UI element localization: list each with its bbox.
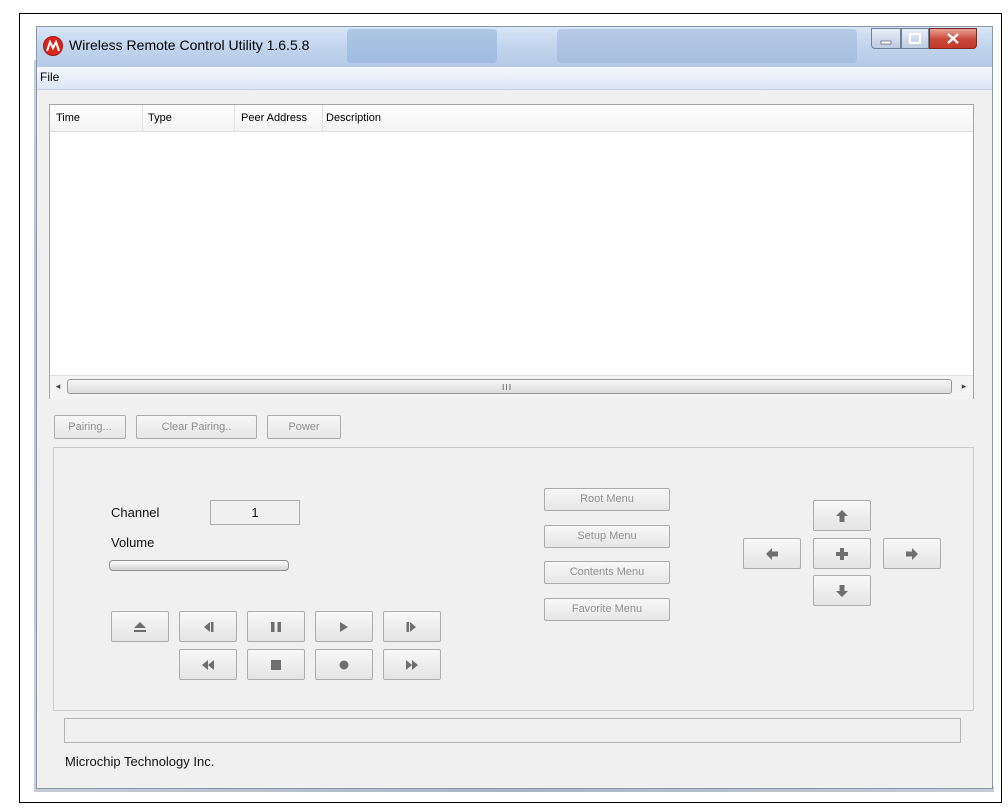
select-plus-icon [836, 547, 848, 560]
volume-label: Volume [111, 535, 155, 550]
title-bar-glass-reflection [347, 29, 497, 63]
eject-icon [134, 621, 146, 632]
microchip-logo-icon[interactable] [43, 36, 63, 56]
stop-button[interactable] [247, 649, 305, 680]
nav-select-button[interactable] [813, 538, 871, 569]
skip-forward-button[interactable] [383, 611, 441, 642]
rewind-button[interactable] [179, 649, 237, 680]
maximize-button[interactable] [901, 28, 929, 49]
fast-forward-button[interactable] [383, 649, 441, 680]
fast-forward-icon [406, 659, 418, 670]
status-bar [64, 718, 961, 743]
nav-up-button[interactable] [813, 500, 871, 531]
play-icon [340, 621, 348, 632]
pause-icon [271, 621, 281, 632]
menu-file[interactable]: File [40, 70, 59, 84]
log-table-header: Time Type Peer Address Description [50, 105, 973, 132]
arrow-up-icon [836, 509, 848, 522]
channel-field[interactable]: 1 [210, 500, 300, 525]
title-bar[interactable]: Wireless Remote Control Utility 1.6.5.8 [37, 27, 992, 67]
footer-company-label: Microchip Technology Inc. [65, 754, 215, 769]
contents-menu-button[interactable]: Contents Menu [544, 561, 670, 584]
remote-control-panel: Channel 1 Volume Root Menu Setup Menu Co… [53, 447, 974, 711]
menu-bar: File [37, 67, 992, 90]
nav-left-button[interactable] [743, 538, 801, 569]
skip-back-button[interactable] [179, 611, 237, 642]
volume-slider[interactable] [109, 560, 289, 571]
nav-right-button[interactable] [883, 538, 941, 569]
column-divider[interactable] [322, 105, 323, 131]
root-menu-button[interactable]: Root Menu [544, 488, 670, 511]
horizontal-scrollbar[interactable]: ◂ III ▸ [50, 375, 973, 399]
event-log-table[interactable]: Time Type Peer Address Description ◂ III… [49, 104, 974, 399]
setup-menu-button[interactable]: Setup Menu [544, 525, 670, 548]
pause-button[interactable] [247, 611, 305, 642]
arrow-down-icon [836, 584, 848, 597]
minimize-button[interactable] [871, 28, 901, 49]
scroll-right-arrow-icon[interactable]: ▸ [959, 382, 969, 392]
pairing-button[interactable]: Pairing... [54, 415, 126, 439]
skip-back-icon [204, 621, 214, 632]
rewind-icon [202, 659, 214, 670]
power-button[interactable]: Power [267, 415, 341, 439]
scrollbar-thumb[interactable]: III [67, 379, 952, 394]
scroll-left-arrow-icon[interactable]: ◂ [53, 382, 63, 392]
stop-icon [271, 659, 281, 670]
record-button[interactable] [315, 649, 373, 680]
column-divider[interactable] [142, 105, 143, 131]
eject-button[interactable] [111, 611, 169, 642]
column-header-description[interactable]: Description [326, 112, 381, 124]
column-divider[interactable] [234, 105, 235, 131]
arrow-right-icon [906, 547, 918, 560]
scrollbar-grip: III [502, 383, 513, 392]
column-header-peer-address[interactable]: Peer Address [241, 112, 307, 124]
nav-down-button[interactable] [813, 575, 871, 606]
column-header-type[interactable]: Type [148, 112, 172, 124]
window-title: Wireless Remote Control Utility 1.6.5.8 [69, 37, 310, 53]
arrow-left-icon [766, 547, 778, 560]
column-header-time[interactable]: Time [56, 112, 80, 124]
favorite-menu-button[interactable]: Favorite Menu [544, 598, 670, 621]
skip-forward-icon [406, 621, 416, 632]
record-icon [339, 660, 349, 669]
close-button[interactable] [929, 28, 977, 49]
app-window: Wireless Remote Control Utility 1.6.5.8 … [36, 26, 993, 789]
play-button[interactable] [315, 611, 373, 642]
channel-label: Channel [111, 505, 160, 520]
clear-pairing-button[interactable]: Clear Pairing.. [136, 415, 257, 439]
title-bar-glass-reflection [557, 29, 857, 63]
